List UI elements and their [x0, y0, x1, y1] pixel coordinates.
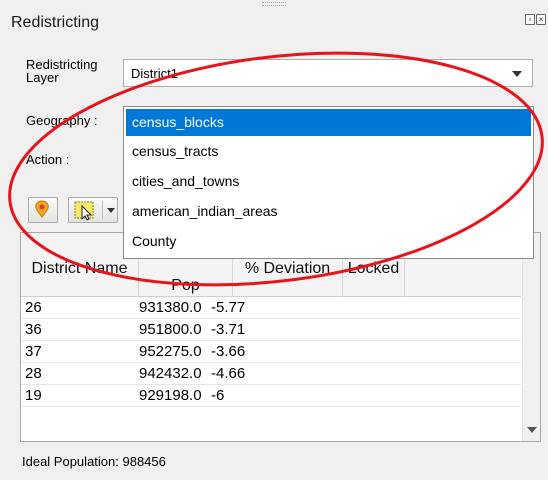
cell-district: 28 [25, 365, 42, 382]
cell-pop: 952275.0 [139, 343, 202, 360]
layer-value: District1 [131, 66, 178, 81]
layer-label-text: Redistricting Layer [26, 57, 98, 85]
action-label: Action : [26, 152, 70, 167]
layer-combobox[interactable]: District1 [123, 59, 533, 87]
ideal-population: Ideal Population: 988456 [22, 454, 166, 469]
cell-deviation: -5.77 [211, 299, 246, 316]
table-body: 26 931380.0 -5.77 36 951800.0 -3.71 37 9… [21, 297, 521, 407]
geography-dropdown-list[interactable]: census_blocks census_tracts cities_and_t… [123, 106, 534, 259]
panel-title: Redistricting [11, 14, 100, 31]
cell-deviation: -3.71 [211, 321, 246, 338]
column-header-label: % Deviation [244, 260, 331, 277]
ideal-population-label: Ideal Population: [22, 454, 119, 469]
table-row[interactable]: 28 942432.0 -4.66 [21, 363, 521, 385]
cell-district: 37 [25, 343, 42, 360]
window-buttons: ▫ × [525, 14, 546, 25]
float-icon[interactable]: ▫ [525, 14, 535, 25]
table-row[interactable]: 19 929198.0 -6 [21, 385, 521, 407]
cell-district: 36 [25, 321, 42, 338]
cell-deviation: -6 [211, 387, 225, 404]
geography-label: Geography : [26, 113, 98, 128]
cell-pop: 951800.0 [139, 321, 202, 338]
table-row[interactable]: 36 951800.0 -3.71 [21, 319, 521, 341]
table-row[interactable]: 26 931380.0 -5.77 [21, 297, 521, 319]
geography-option[interactable]: census_tracts [124, 136, 533, 166]
cell-district: 19 [25, 387, 42, 404]
cell-deviation: -3.66 [211, 343, 246, 360]
cell-deviation: -4.66 [211, 365, 246, 382]
map-pin-icon [35, 200, 49, 218]
geography-option[interactable]: american_indian_areas [124, 196, 533, 226]
geography-option[interactable]: County [124, 226, 533, 256]
cell-pop: 942432.0 [139, 365, 202, 382]
column-header-district-name[interactable]: District Name [21, 233, 139, 297]
geography-option[interactable]: census_blocks [126, 109, 531, 136]
column-header-label: Pop [171, 277, 200, 294]
close-icon[interactable]: × [536, 14, 546, 25]
scroll-down-icon[interactable] [527, 427, 537, 433]
map-pin-button[interactable] [28, 197, 58, 223]
cell-pop: 931380.0 [139, 299, 202, 316]
toolbar-separator [102, 201, 103, 219]
column-header-label: Locked [347, 260, 400, 277]
select-features-icon [74, 201, 94, 221]
cell-pop: 929198.0 [139, 387, 202, 404]
chevron-down-icon[interactable] [107, 208, 115, 213]
select-features-button[interactable] [68, 197, 118, 223]
layer-label: Redistricting Layer [26, 58, 118, 84]
geography-option[interactable]: cities_and_towns [124, 166, 533, 196]
cell-district: 26 [25, 299, 42, 316]
table-row[interactable]: 37 952275.0 -3.66 [21, 341, 521, 363]
districts-table: District Name Pop % Deviation Locked 26 … [20, 232, 541, 442]
column-header-label: District Name [31, 260, 128, 277]
drag-grip[interactable] [262, 2, 286, 6]
ideal-population-value: 988456 [122, 454, 166, 469]
chevron-down-icon [512, 71, 522, 77]
table-scrollbar[interactable] [522, 233, 540, 441]
